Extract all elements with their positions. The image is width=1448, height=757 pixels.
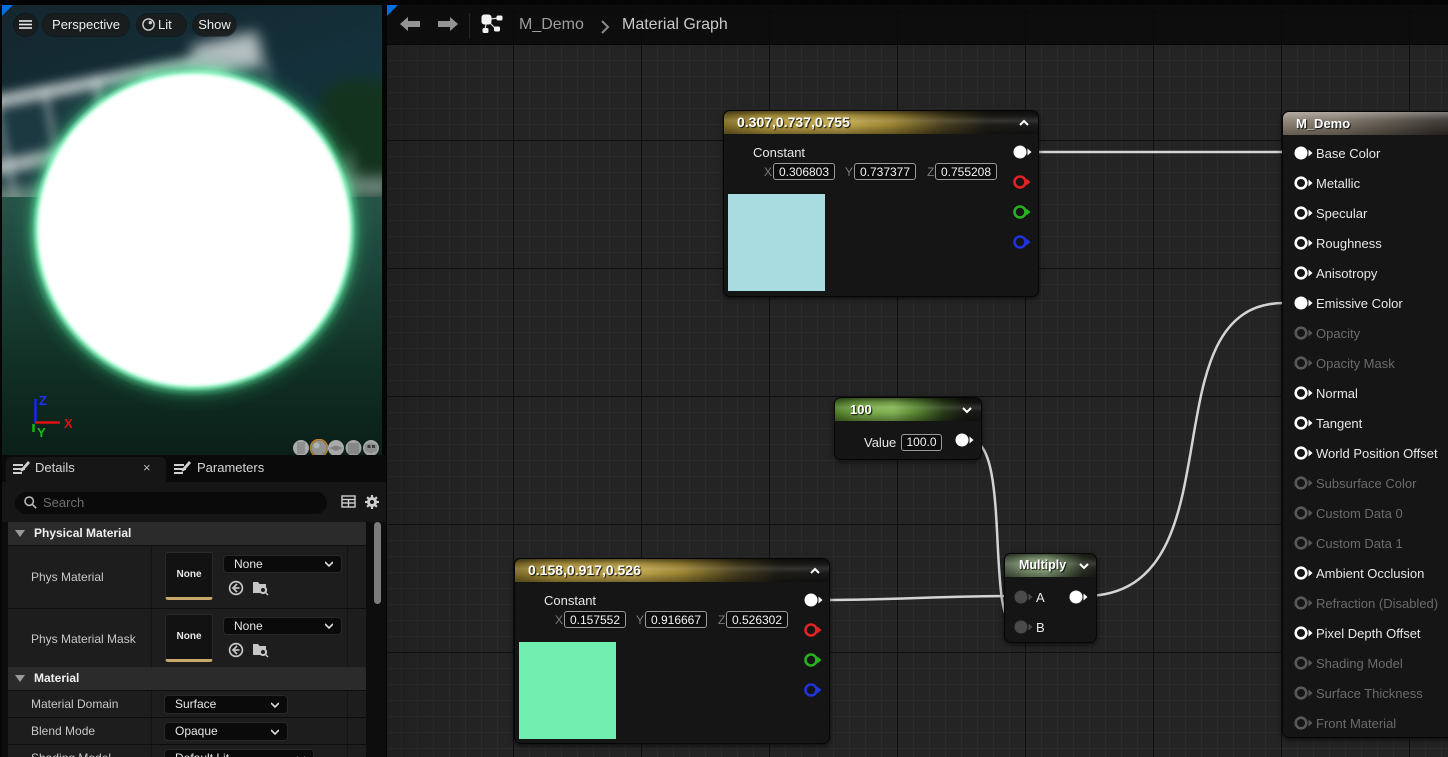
svg-text:Z: Z [39, 393, 47, 408]
svg-text:X: X [64, 416, 73, 431]
svg-text:Y: Y [37, 425, 46, 440]
